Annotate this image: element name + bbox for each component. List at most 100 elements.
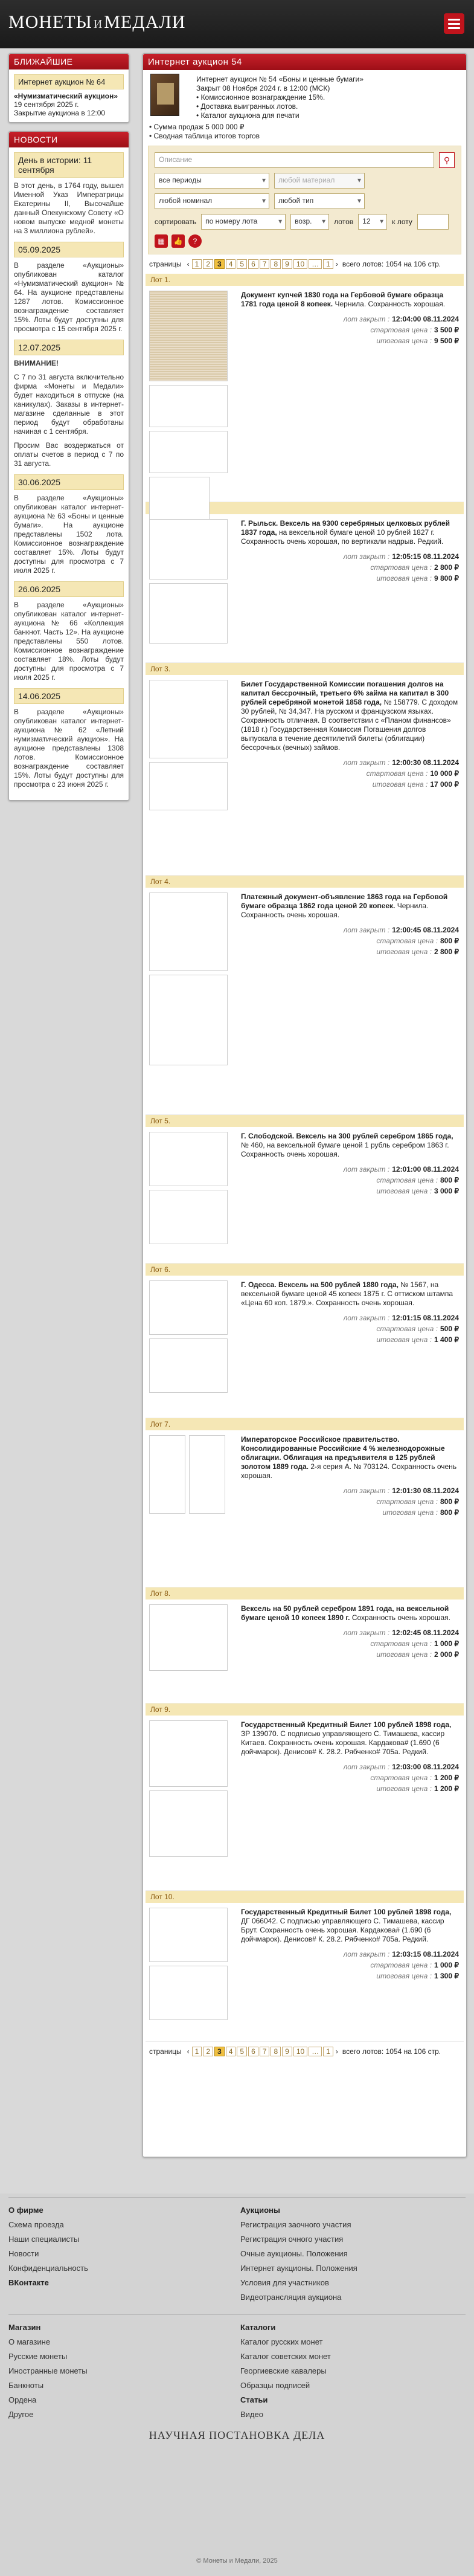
- lot-thumbnail[interactable]: [149, 1966, 228, 2020]
- page-link[interactable]: 2: [203, 259, 214, 269]
- page-link[interactable]: 1: [191, 2047, 202, 2056]
- footer-link-vk[interactable]: ВКонтакте: [8, 2276, 88, 2290]
- news-date[interactable]: 12.07.2025: [14, 340, 124, 355]
- footer-link[interactable]: Конфиденциальность: [8, 2261, 88, 2276]
- footer-link[interactable]: Новости: [8, 2247, 88, 2261]
- footer-link[interactable]: О магазине: [8, 2335, 88, 2349]
- direction-select[interactable]: возр.: [290, 214, 330, 230]
- footer-head-shop[interactable]: Магазин: [8, 2320, 88, 2335]
- page-link[interactable]: 10: [293, 2047, 308, 2056]
- lot-title[interactable]: Государственный Кредитный Билет 100 рубл…: [241, 1720, 451, 1729]
- lot-header[interactable]: Лот 6.: [146, 1264, 464, 1276]
- info-delivery-link[interactable]: • Доставка выигранных лотов.: [196, 102, 460, 111]
- lot-thumbnail[interactable]: [189, 1435, 225, 1514]
- page-link[interactable]: 2: [203, 2047, 214, 2056]
- lot-thumbnail[interactable]: [149, 1720, 228, 1787]
- search-input[interactable]: Описание: [155, 152, 434, 168]
- footer-head-catalogs[interactable]: Каталоги: [240, 2320, 331, 2335]
- lot-thumbnail[interactable]: [149, 893, 228, 971]
- news-date[interactable]: 30.06.2025: [14, 474, 124, 490]
- pagination-prev-icon[interactable]: ‹: [187, 2047, 190, 2056]
- lot-header[interactable]: Лот 7.: [146, 1418, 464, 1430]
- footer-link[interactable]: Другое: [8, 2407, 88, 2422]
- pagination-prev-icon[interactable]: ‹: [187, 260, 190, 268]
- footer-head-auctions[interactable]: Аукционы: [240, 2203, 357, 2218]
- footer-link[interactable]: Условия для участников: [240, 2276, 357, 2290]
- footer-link[interactable]: Образцы подписей: [240, 2378, 331, 2393]
- lot-thumbnail[interactable]: [149, 1435, 185, 1514]
- page-link[interactable]: 1: [191, 259, 202, 269]
- lot-title[interactable]: Г. Одесса. Вексель на 500 рублей 1880 го…: [241, 1280, 399, 1289]
- material-select[interactable]: любой материал: [274, 173, 365, 189]
- footer-link[interactable]: Наши специалисты: [8, 2232, 88, 2247]
- page-link[interactable]: 3: [214, 2047, 225, 2056]
- lot-thumbnail[interactable]: [149, 680, 228, 758]
- page-link[interactable]: 9: [282, 259, 292, 269]
- page-link[interactable]: 9: [282, 2047, 292, 2056]
- hamburger-menu-icon[interactable]: [444, 13, 464, 34]
- lot-thumbnail[interactable]: [149, 1280, 228, 1335]
- like-icon[interactable]: 👍: [171, 234, 185, 248]
- footer-link[interactable]: Русские монеты: [8, 2349, 88, 2364]
- lots-per-page-select[interactable]: 12: [358, 214, 388, 230]
- lot-title[interactable]: Государственный Кредитный Билет 100 рубл…: [241, 1908, 451, 1916]
- lot-thumbnail[interactable]: [149, 1132, 228, 1186]
- nominal-select[interactable]: любой номинал: [155, 193, 269, 209]
- page-link[interactable]: 7: [259, 2047, 270, 2056]
- page-link[interactable]: 3: [214, 259, 225, 269]
- footer-link[interactable]: Каталог русских монет: [240, 2335, 331, 2349]
- lot-thumbnail[interactable]: [149, 1908, 228, 1962]
- lot-thumbnail[interactable]: [149, 385, 228, 427]
- footer-link[interactable]: Регистрация заочного участия: [240, 2218, 357, 2232]
- page-link[interactable]: 8: [271, 2047, 281, 2056]
- footer-link[interactable]: Схема проезда: [8, 2218, 88, 2232]
- pagination-next-icon[interactable]: ›: [336, 2047, 338, 2056]
- sort-select[interactable]: по номеру лота: [201, 214, 286, 230]
- grid-view-icon[interactable]: ▦: [155, 234, 168, 248]
- goto-lot-input[interactable]: [417, 214, 449, 230]
- lot-thumbnail[interactable]: [149, 1790, 228, 1857]
- footer-head-company[interactable]: О фирме: [8, 2203, 88, 2218]
- page-link[interactable]: …: [309, 2047, 322, 2056]
- lot-header[interactable]: Лот 1.: [146, 274, 464, 286]
- lot-thumbnail[interactable]: [149, 1190, 228, 1244]
- footer-link[interactable]: Каталог советских монет: [240, 2349, 331, 2364]
- footer-link[interactable]: Статьи: [240, 2393, 331, 2407]
- page-link[interactable]: 4: [225, 2047, 236, 2056]
- pagination-next-icon[interactable]: ›: [336, 260, 338, 268]
- footer-link[interactable]: Банкноты: [8, 2378, 88, 2393]
- catalog-book-image[interactable]: [150, 74, 179, 116]
- lot-header[interactable]: Лот 4.: [146, 876, 464, 888]
- footer-link[interactable]: Регистрация очного участия: [240, 2232, 357, 2247]
- search-icon[interactable]: ⚲: [439, 152, 455, 168]
- lot-thumbnail[interactable]: [149, 519, 228, 579]
- footer-link[interactable]: Очные аукционы. Положения: [240, 2247, 357, 2261]
- lot-thumbnail[interactable]: [149, 291, 228, 381]
- nearest-auction-link[interactable]: Интернет аукцион № 64: [14, 74, 124, 89]
- page-link[interactable]: 10: [293, 259, 308, 269]
- type-select[interactable]: любой тип: [274, 193, 365, 209]
- lot-thumbnail[interactable]: [149, 1338, 228, 1393]
- lot-header[interactable]: Лот 5.: [146, 1115, 464, 1127]
- footer-link[interactable]: Ордена: [8, 2393, 88, 2407]
- footer-link[interactable]: Иностранные монеты: [8, 2364, 88, 2378]
- news-date[interactable]: 14.06.2025: [14, 688, 124, 704]
- lot-header[interactable]: Лот 9.: [146, 1703, 464, 1716]
- info-results-table-link[interactable]: • Сводная таблица итогов торгов: [149, 132, 460, 141]
- page-link[interactable]: 1: [323, 259, 333, 269]
- page-link[interactable]: 7: [259, 259, 270, 269]
- footer-link[interactable]: Георгиевские кавалеры: [240, 2364, 331, 2378]
- lot-header[interactable]: Лот 3.: [146, 663, 464, 675]
- lot-thumbnail[interactable]: [149, 762, 228, 810]
- lot-thumbnail[interactable]: [149, 1604, 228, 1671]
- footer-link[interactable]: Видео: [240, 2407, 331, 2422]
- page-link[interactable]: 8: [271, 259, 281, 269]
- page-link[interactable]: 6: [248, 2047, 258, 2056]
- page-link[interactable]: 1: [323, 2047, 333, 2056]
- news-date[interactable]: 05.09.2025: [14, 242, 124, 257]
- info-print-catalog-link[interactable]: • Каталог аукциона для печати: [196, 111, 460, 120]
- page-link[interactable]: …: [309, 259, 322, 269]
- news-date[interactable]: 26.06.2025: [14, 581, 124, 597]
- lot-thumbnail[interactable]: [149, 975, 228, 1065]
- lot-title[interactable]: Г. Слободской. Вексель на 300 рублей сер…: [241, 1132, 453, 1140]
